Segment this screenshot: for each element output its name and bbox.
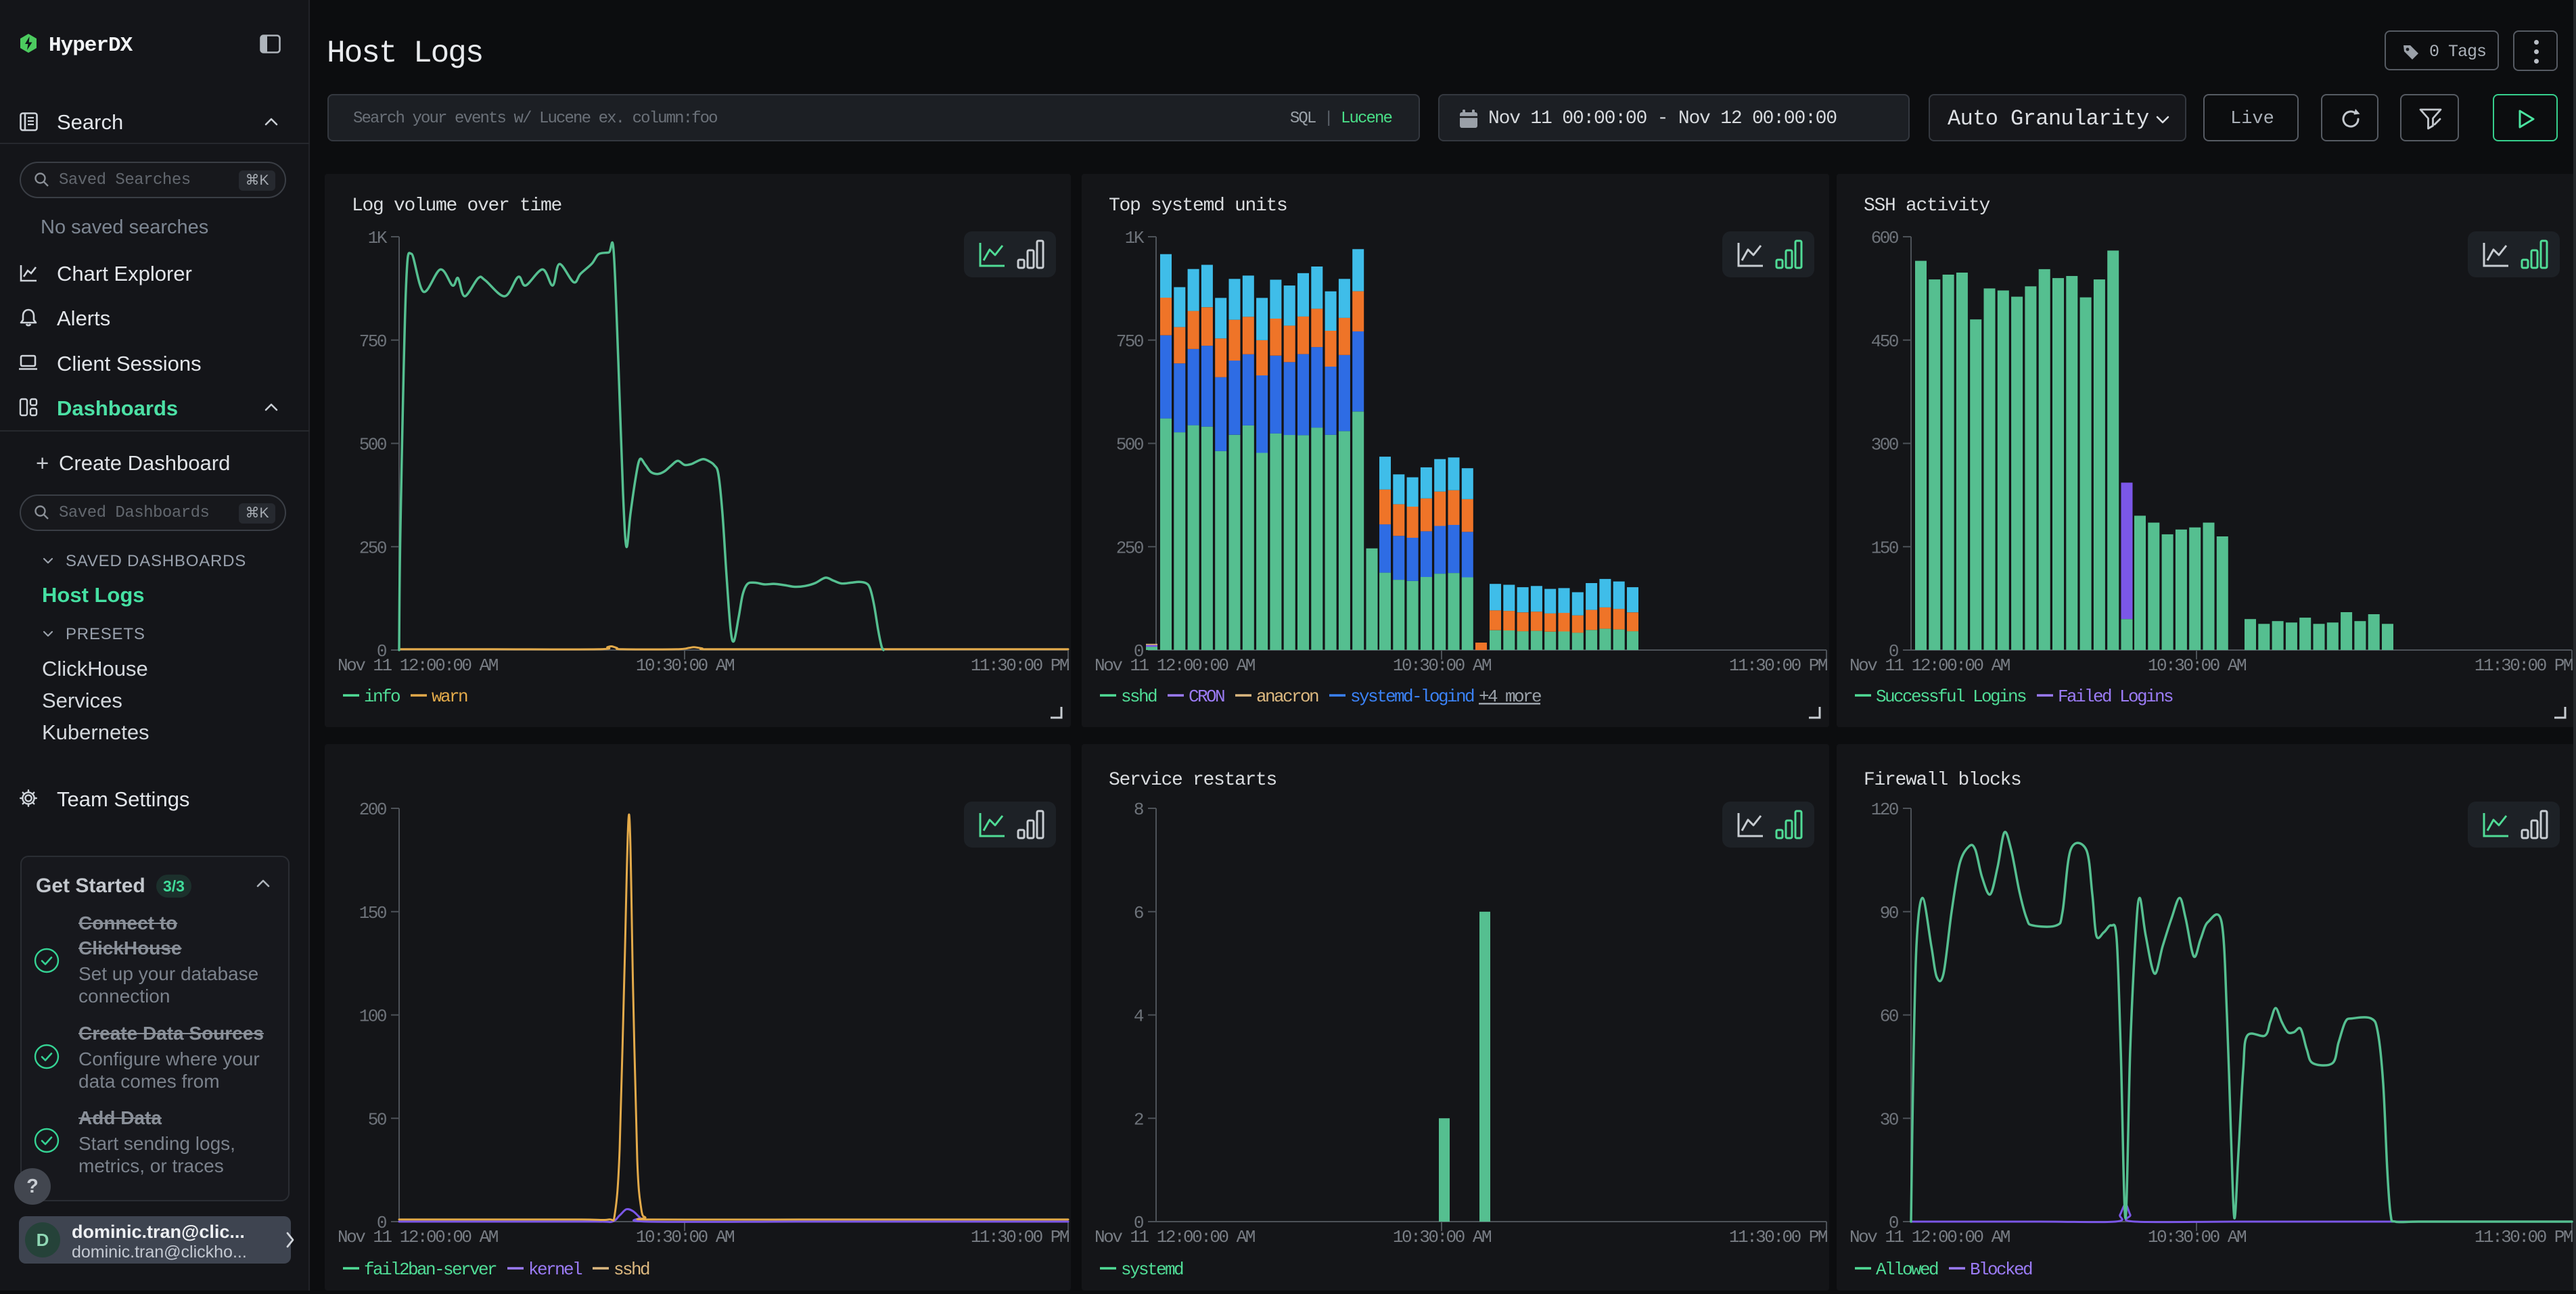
- svg-text:Failed Logins: Failed Logins: [2058, 687, 2173, 707]
- svg-text:Nov 11 12:00:00 AM: Nov 11 12:00:00 AM: [1095, 1227, 1255, 1247]
- svg-text:Log volume over time: Log volume over time: [352, 195, 561, 216]
- svg-text:systemd-logind: systemd-logind: [1350, 687, 1474, 707]
- svg-text:250: 250: [359, 538, 386, 558]
- svg-text:Nov 11 12:00:00 AM: Nov 11 12:00:00 AM: [338, 655, 498, 676]
- svg-text:2: 2: [1134, 1109, 1143, 1130]
- svg-text:750: 750: [1116, 331, 1143, 352]
- svg-text:300: 300: [1871, 435, 1898, 455]
- svg-text:Successful Logins: Successful Logins: [1876, 687, 2026, 707]
- svg-text:+4 more: +4 more: [1479, 687, 1541, 707]
- svg-text:11:30:00 PM: 11:30:00 PM: [1729, 1227, 1827, 1247]
- svg-text:Allowed: Allowed: [1876, 1260, 1938, 1280]
- svg-text:Nov 11 12:00:00 AM: Nov 11 12:00:00 AM: [338, 1227, 498, 1247]
- svg-text:450: 450: [1871, 331, 1898, 352]
- svg-text:Nov 11 12:00:00 AM: Nov 11 12:00:00 AM: [1849, 655, 2010, 676]
- svg-text:500: 500: [359, 435, 386, 455]
- svg-text:Service restarts: Service restarts: [1109, 770, 1276, 791]
- svg-text:Firewall blocks: Firewall blocks: [1864, 770, 2021, 791]
- svg-text:10:30:00 AM: 10:30:00 AM: [1393, 1227, 1491, 1247]
- svg-text:8: 8: [1134, 800, 1143, 820]
- svg-text:SSH activity: SSH activity: [1864, 195, 1990, 216]
- svg-text:11:30:00 PM: 11:30:00 PM: [2475, 1227, 2573, 1247]
- svg-text:11:30:00 PM: 11:30:00 PM: [971, 655, 1069, 676]
- svg-text:fail2ban-server: fail2ban-server: [364, 1260, 497, 1280]
- svg-text:750: 750: [359, 331, 386, 352]
- svg-text:200: 200: [359, 800, 386, 820]
- svg-text:250: 250: [1116, 538, 1143, 558]
- svg-text:1K: 1K: [1125, 228, 1145, 248]
- svg-text:10:30:00 AM: 10:30:00 AM: [2148, 1227, 2246, 1247]
- svg-text:10:30:00 AM: 10:30:00 AM: [636, 1227, 734, 1247]
- svg-text:Nov 11 12:00:00 AM: Nov 11 12:00:00 AM: [1849, 1227, 2010, 1247]
- svg-text:warn: warn: [432, 687, 467, 707]
- svg-text:11:30:00 PM: 11:30:00 PM: [2475, 655, 2573, 676]
- svg-text:120: 120: [1871, 800, 1898, 820]
- svg-text:50: 50: [368, 1109, 386, 1130]
- svg-text:info: info: [364, 687, 400, 707]
- svg-text:6: 6: [1134, 903, 1143, 923]
- svg-text:60: 60: [1880, 1007, 1898, 1027]
- svg-text:sshd: sshd: [1121, 687, 1157, 707]
- svg-text:1K: 1K: [368, 228, 388, 248]
- svg-text:10:30:00 AM: 10:30:00 AM: [1393, 655, 1491, 676]
- svg-text:150: 150: [359, 903, 386, 923]
- svg-text:100: 100: [359, 1007, 386, 1027]
- svg-text:150: 150: [1871, 538, 1898, 558]
- svg-text:500: 500: [1116, 435, 1143, 455]
- svg-text:CRON: CRON: [1189, 687, 1224, 707]
- svg-text:kernel: kernel: [528, 1260, 582, 1280]
- svg-text:30: 30: [1880, 1109, 1898, 1130]
- svg-text:10:30:00 AM: 10:30:00 AM: [2148, 655, 2246, 676]
- svg-text:90: 90: [1880, 903, 1898, 923]
- svg-text:sshd: sshd: [614, 1260, 649, 1280]
- svg-text:4: 4: [1134, 1007, 1144, 1027]
- svg-text:Blocked: Blocked: [1970, 1260, 2032, 1280]
- svg-text:Top systemd units: Top systemd units: [1109, 195, 1287, 216]
- svg-text:Nov 11 12:00:00 AM: Nov 11 12:00:00 AM: [1095, 655, 1255, 676]
- svg-text:10:30:00 AM: 10:30:00 AM: [636, 655, 734, 676]
- svg-text:systemd: systemd: [1121, 1260, 1183, 1280]
- svg-text:600: 600: [1871, 228, 1898, 248]
- svg-text:anacron: anacron: [1256, 687, 1318, 707]
- svg-text:11:30:00 PM: 11:30:00 PM: [1729, 655, 1827, 676]
- svg-text:11:30:00 PM: 11:30:00 PM: [971, 1227, 1069, 1247]
